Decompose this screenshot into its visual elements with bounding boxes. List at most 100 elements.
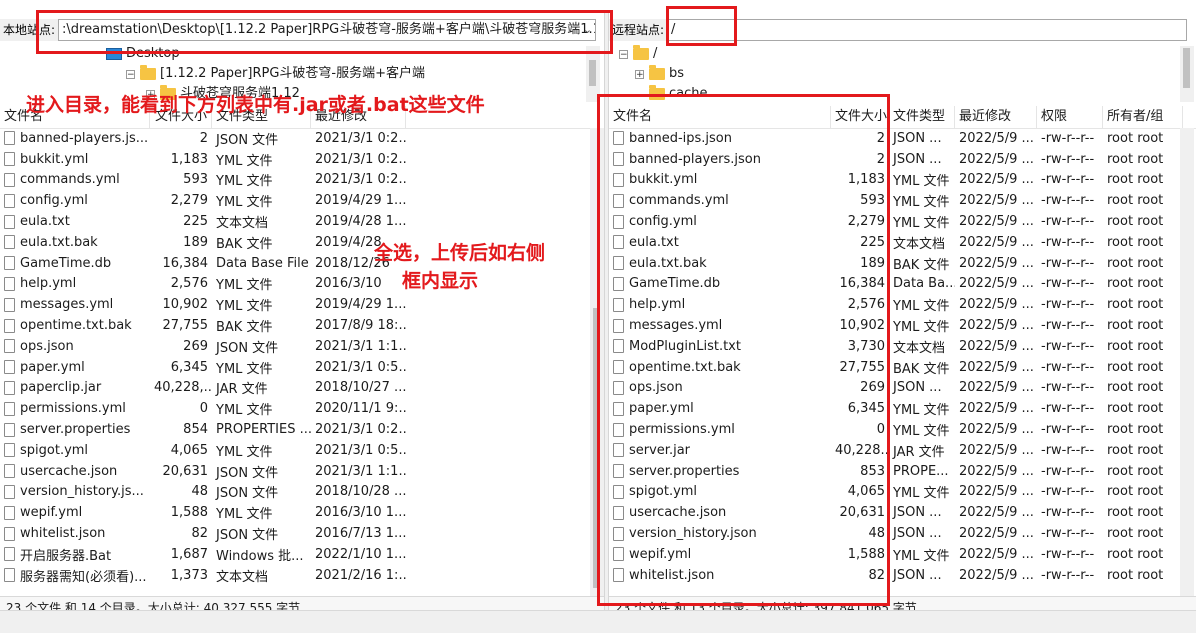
- file-type: JSON ...: [893, 151, 942, 167]
- file-size: 2,576: [170, 276, 208, 292]
- file-row[interactable]: wepif.yml 1,588 YML 文件 2022/5/9 ... -rw-r--r…: [609, 544, 1183, 565]
- file-owner: root root: [1107, 567, 1164, 583]
- file-row[interactable]: eula.txt 225 文本文档 2022/5/9 ... -rw-r--r-- roo…: [609, 232, 1183, 253]
- file-icon: [4, 256, 15, 271]
- column-header-type[interactable]: 文件类型: [889, 106, 955, 128]
- file-row[interactable]: banned-ips.json 2 JSON ... 2022/5/9 ... -rw-…: [609, 128, 1183, 149]
- remote-site-label: 远程站点:: [609, 19, 668, 41]
- tree-item-root[interactable]: − /: [619, 44, 657, 64]
- file-row[interactable]: server.properties 854 PROPERTIES ... 2021/3…: [0, 419, 590, 440]
- file-row[interactable]: ModPluginList.txt 3,730 文本文档 2022/5/9 ... -r…: [609, 336, 1183, 357]
- local-site-path-input[interactable]: :\dreamstation\Desktop\[1.12.2 Paper]RPG…: [58, 19, 597, 41]
- chevron-down-icon[interactable]: ⌄: [583, 20, 592, 40]
- file-permissions: -rw-r--r--: [1041, 380, 1095, 396]
- tree-scrollbar[interactable]: [586, 46, 600, 102]
- column-header-size[interactable]: 文件大小: [831, 106, 889, 128]
- tree-item-bs[interactable]: + bs: [635, 64, 684, 84]
- file-name: banned-players.json: [629, 151, 761, 167]
- file-row[interactable]: usercache.json 20,631 JSON 文件 2021/3/1 1:1.…: [0, 461, 590, 482]
- file-name: 服务器需知(必须看)...: [20, 569, 147, 585]
- file-icon: [4, 339, 15, 354]
- file-name: banned-players.js...: [20, 130, 149, 146]
- file-row[interactable]: commands.yml 593 YML 文件 2022/5/9 ... -rw-r--…: [609, 190, 1183, 211]
- file-permissions: -rw-r--r--: [1041, 359, 1095, 375]
- column-header-name[interactable]: 文件名: [609, 106, 831, 128]
- file-name-cell: messages.yml: [0, 297, 150, 312]
- file-modified: 2022/5/9 ...: [959, 484, 1034, 500]
- file-row[interactable]: paper.yml 6,345 YML 文件 2022/5/9 ... -rw-r--r…: [609, 398, 1183, 419]
- file-row[interactable]: GameTime.db 16,384 Data Ba... 2022/5/9 ... -…: [609, 274, 1183, 295]
- file-name: paper.yml: [629, 401, 694, 417]
- file-row[interactable]: help.yml 2,576 YML 文件 2016/3/10: [0, 274, 590, 295]
- file-row[interactable]: opentime.txt.bak 27,755 BAK 文件 2017/8/9 18:…: [0, 315, 590, 336]
- file-row[interactable]: whitelist.json 82 JSON 文件 2016/7/13 1...: [0, 523, 590, 544]
- file-row[interactable]: eula.txt.bak 189 BAK 文件 2022/5/9 ... -rw-r--…: [609, 253, 1183, 274]
- file-type: BAK 文件: [216, 236, 273, 252]
- tree-item-desktop[interactable]: Desktop: [106, 44, 180, 64]
- file-row[interactable]: eula.txt 225 文本文档 2019/4/28 1...: [0, 211, 590, 232]
- file-permissions: -rw-r--r--: [1041, 567, 1095, 583]
- column-header-modified[interactable]: 最近修改: [955, 106, 1037, 128]
- file-icon: [613, 360, 624, 375]
- remote-list-scrollbar[interactable]: [1180, 128, 1194, 596]
- file-row[interactable]: permissions.yml 0 YML 文件 2020/11/1 9:...: [0, 398, 590, 419]
- file-name: GameTime.db: [629, 276, 721, 292]
- remote-site-path-input[interactable]: /: [667, 19, 1188, 41]
- file-size: 269: [860, 380, 885, 396]
- remote-tree-scrollbar[interactable]: [1180, 46, 1194, 102]
- file-size: 2,279: [170, 193, 208, 209]
- collapse-icon[interactable]: −: [619, 49, 628, 59]
- file-permissions: -rw-r--r--: [1041, 172, 1095, 188]
- expand-icon[interactable]: +: [635, 69, 644, 79]
- file-icon: [4, 526, 15, 541]
- local-file-list: 文件名 文件大小 文件类型 最近修改 banned-players.js... 2…: [0, 106, 604, 596]
- file-row[interactable]: spigot.yml 4,065 YML 文件 2021/3/1 0:5...: [0, 440, 590, 461]
- file-row[interactable]: server.properties 853 PROPE... 2022/5/9 ...…: [609, 461, 1183, 482]
- file-name-cell: GameTime.db: [609, 276, 831, 291]
- tree-item-project-folder[interactable]: − [1.12.2 Paper]RPG斗破苍穹-服务端+客户端: [126, 64, 425, 84]
- file-row[interactable]: config.yml 2,279 YML 文件 2019/4/29 1...: [0, 190, 590, 211]
- column-header-owner[interactable]: 所有者/组: [1103, 106, 1183, 128]
- file-size: 1,588: [847, 546, 885, 562]
- file-row[interactable]: usercache.json 20,631 JSON ... 2022/5/9 ...…: [609, 502, 1183, 523]
- file-row[interactable]: paper.yml 6,345 YML 文件 2021/3/1 0:5...: [0, 357, 590, 378]
- file-row[interactable]: server.jar 40,228... JAR 文件 2022/5/9 ... -rw…: [609, 440, 1183, 461]
- file-row[interactable]: spigot.yml 4,065 YML 文件 2022/5/9 ... -rw-r--…: [609, 482, 1183, 503]
- file-permissions: -rw-r--r--: [1041, 151, 1095, 167]
- file-row[interactable]: help.yml 2,576 YML 文件 2022/5/9 ... -rw-r--r-…: [609, 294, 1183, 315]
- file-row[interactable]: version_history.json 48 JSON ... 2022/5/9 .…: [609, 523, 1183, 544]
- file-size: 2: [876, 151, 885, 167]
- file-icon: [613, 401, 624, 416]
- file-row[interactable]: 服务器需知(必须看)... 1,373 文本文档 2021/2/16 1:...: [0, 565, 590, 586]
- file-row[interactable]: permissions.yml 0 YML 文件 2022/5/9 ... -rw-r-…: [609, 419, 1183, 440]
- file-row[interactable]: opentime.txt.bak 27,755 BAK 文件 2022/5/9 ...…: [609, 357, 1183, 378]
- file-owner: root root: [1107, 318, 1164, 334]
- file-row[interactable]: messages.yml 10,902 YML 文件 2019/4/29 1...: [0, 294, 590, 315]
- file-row[interactable]: banned-players.js... 2 JSON 文件 2021/3/1 0:2…: [0, 128, 590, 149]
- file-row[interactable]: commands.yml 593 YML 文件 2021/3/1 0:2...: [0, 170, 590, 191]
- file-row[interactable]: ops.json 269 JSON ... 2022/5/9 ... -rw-r--r-…: [609, 378, 1183, 399]
- file-row[interactable]: messages.yml 10,902 YML 文件 2022/5/9 ... -rw-…: [609, 315, 1183, 336]
- file-row[interactable]: config.yml 2,279 YML 文件 2022/5/9 ... -rw-r--…: [609, 211, 1183, 232]
- file-row[interactable]: wepif.yml 1,588 YML 文件 2016/3/10 1...: [0, 502, 590, 523]
- file-row[interactable]: bukkit.yml 1,183 YML 文件 2022/5/9 ... -rw-r--…: [609, 170, 1183, 191]
- file-row[interactable]: version_history.js... 48 JSON 文件 2018/10/28…: [0, 482, 590, 503]
- collapse-icon[interactable]: −: [126, 69, 135, 79]
- file-modified: 2022/5/9 ...: [959, 546, 1034, 562]
- file-row[interactable]: ops.json 269 JSON 文件 2021/3/1 1:1...: [0, 336, 590, 357]
- column-header-permissions[interactable]: 权限: [1037, 106, 1103, 128]
- file-owner: root root: [1107, 380, 1164, 396]
- file-modified: 2022/5/9 ...: [959, 380, 1034, 396]
- local-list-scrollbar[interactable]: [590, 128, 604, 596]
- file-name: config.yml: [20, 193, 88, 209]
- annotation-select-all-line1: 全选，上传后如右侧: [374, 242, 546, 264]
- file-row[interactable]: bukkit.yml 1,183 YML 文件 2021/3/1 0:2...: [0, 149, 590, 170]
- file-row[interactable]: banned-players.json 2 JSON ... 2022/5/9 ...…: [609, 149, 1183, 170]
- file-row[interactable]: 开启服务器.Bat 1,687 Windows 批... 2022/1/10 1...: [0, 544, 590, 565]
- file-row[interactable]: paperclip.jar 40,228,... JAR 文件 2018/10/27 …: [0, 378, 590, 399]
- file-icon: [613, 172, 624, 187]
- file-size: 1,687: [170, 546, 208, 562]
- tree-item-label: /: [653, 46, 658, 61]
- tree-item-cache[interactable]: cache: [649, 84, 708, 104]
- file-row[interactable]: whitelist.json 82 JSON ... 2022/5/9 ... -rw-…: [609, 565, 1183, 586]
